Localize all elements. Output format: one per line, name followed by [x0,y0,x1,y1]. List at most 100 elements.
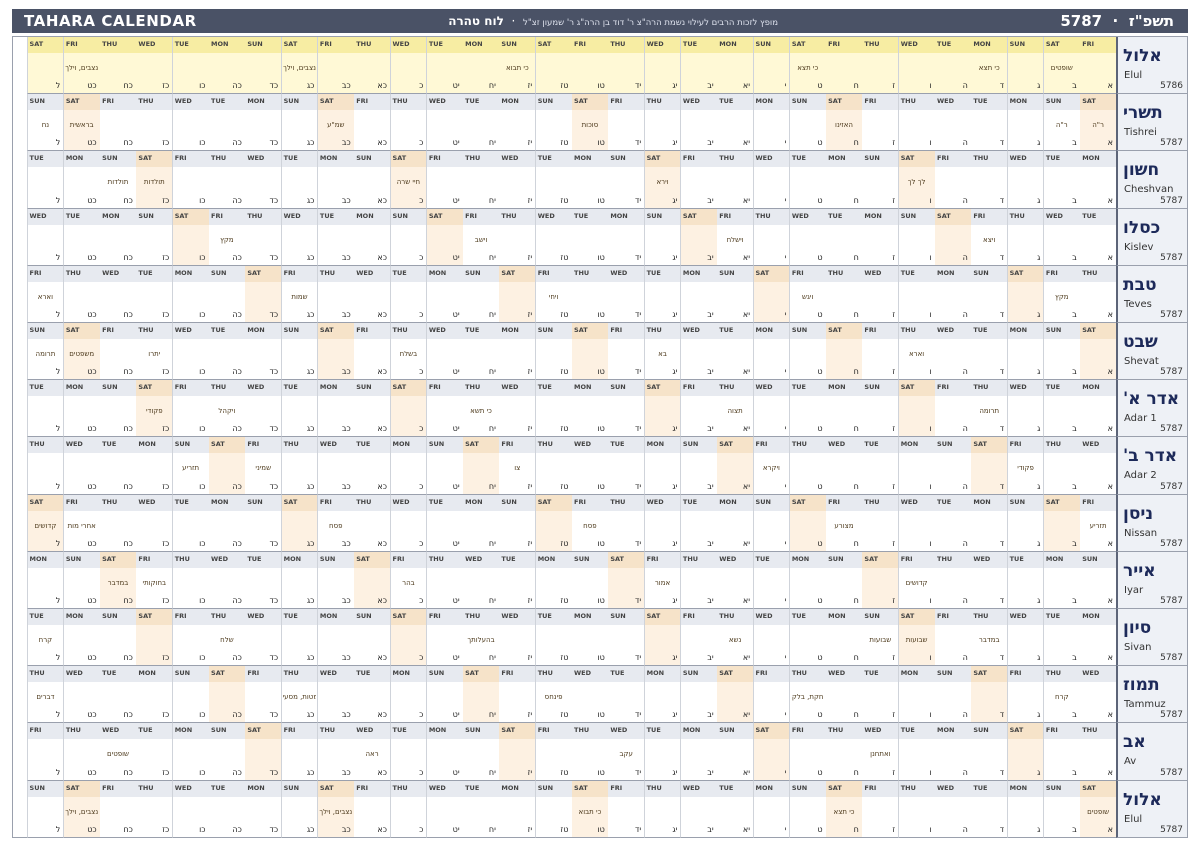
day-cell[interactable]: WED ה [934,323,971,381]
day-cell[interactable]: SAT יח [462,666,499,724]
day-cell[interactable]: MON יב [679,265,717,323]
day-cell[interactable]: SAT ד [970,666,1008,724]
day-cell[interactable]: TUE כב [316,208,354,266]
day-cell[interactable]: TUE יג [643,265,681,323]
day-cell[interactable]: TUE כז [135,265,173,323]
day-cell[interactable]: MON כב [316,380,354,438]
day-cell[interactable]: TUE ד [970,780,1008,838]
day-cell[interactable]: FRI ז [861,323,899,381]
day-cell[interactable]: FRI בחוקותי כז [135,551,173,609]
day-cell[interactable]: FRI כו [171,609,209,667]
day-cell[interactable]: WED יד [607,265,645,323]
day-cell[interactable]: THU בא יג [643,323,681,381]
day-cell[interactable]: THU כב [316,265,354,323]
day-cell[interactable]: MON ח [825,609,862,667]
day-cell[interactable]: THU כט [62,265,100,323]
day-cell[interactable]: SUN תרומה ל [26,323,64,381]
day-cell[interactable]: FRI יז [498,666,536,724]
day-cell[interactable]: SUN ז [861,380,899,438]
day-cell[interactable]: WED יט [425,780,463,838]
day-cell[interactable]: SAT חיי שרה כ [389,151,427,209]
day-cell[interactable]: TUE יז [498,551,536,609]
day-cell[interactable]: THU כ [389,94,427,152]
day-cell[interactable]: FRI ויגש ט [788,265,826,323]
day-cell[interactable]: WED טו [571,437,608,495]
day-cell[interactable]: SAT כי תצא ט [788,37,826,95]
day-cell[interactable]: MON כד [244,780,282,838]
day-cell[interactable]: FRI טז [534,723,572,781]
day-cell[interactable]: WED ד [970,551,1008,609]
day-cell[interactable]: SUN ח [825,551,862,609]
day-cell[interactable]: FRI ב [1042,723,1080,781]
day-cell[interactable]: WED ט [788,208,826,266]
day-cell[interactable]: THU ו [897,94,935,152]
day-cell[interactable]: SUN כב [316,551,354,609]
day-cell[interactable]: SAT תולדות כז [135,151,173,209]
day-cell[interactable]: MON יא [716,494,753,552]
day-cell[interactable]: TUE קרח ל [26,609,64,667]
day-cell[interactable]: THU כז [135,780,173,838]
day-cell[interactable]: WED יב [679,94,717,152]
day-cell[interactable]: FRI יד [607,323,645,381]
day-cell[interactable]: MON כז [135,437,173,495]
day-cell[interactable]: TUE כ [389,723,427,781]
day-cell[interactable]: THU ח [825,265,862,323]
day-cell[interactable]: TUE יא [716,780,753,838]
day-cell[interactable]: FRI שמות כג [280,265,318,323]
day-cell[interactable]: SUN ט [788,94,826,152]
day-cell[interactable]: THU נשא יא [716,609,753,667]
day-cell[interactable]: SUN טז [534,94,572,152]
day-cell[interactable]: MON יח [462,494,499,552]
day-cell[interactable]: MON יט [425,723,463,781]
day-cell[interactable]: WED ח [825,437,862,495]
day-cell[interactable]: MON יט [425,265,463,323]
day-cell[interactable]: MON ח [825,380,862,438]
day-cell[interactable]: MON כי תצא ד [970,37,1008,95]
day-cell[interactable]: FRI קדושים ו [897,551,935,609]
day-cell[interactable]: MON כו [171,265,209,323]
day-cell[interactable]: TUE כ [389,265,427,323]
day-cell[interactable]: FRI יט [425,151,463,209]
day-cell[interactable]: TUE ז [861,666,899,724]
day-cell[interactable]: FRI מקץ ב [1042,265,1080,323]
day-cell[interactable]: WED כז [135,37,173,95]
day-cell[interactable]: FRI ויקרא י [752,437,790,495]
day-cell[interactable]: SAT כד [244,723,282,781]
day-cell[interactable]: SAT כי תבוא טו [571,780,608,838]
day-cell[interactable]: THU י [752,208,790,266]
day-cell[interactable]: WED ו [897,37,935,95]
day-cell[interactable]: WED כא [353,265,390,323]
day-cell[interactable]: MON טו [571,380,608,438]
day-cell[interactable]: FRI פסח טו [571,494,608,552]
day-cell[interactable]: WED יח [462,551,499,609]
day-cell[interactable]: SUN יא [716,723,753,781]
day-cell[interactable]: WED יז [498,380,536,438]
day-cell[interactable]: THU כה [208,151,245,209]
day-cell[interactable]: SUN כא [353,151,390,209]
day-cell[interactable]: FRI פסח כב [316,494,354,552]
day-cell[interactable]: SUN כז [135,208,173,266]
day-cell[interactable]: WED יז [498,151,536,209]
day-cell[interactable]: WED כד [244,151,282,209]
day-cell[interactable]: SAT א [1079,323,1116,381]
day-cell[interactable]: SAT האזינו ח [825,94,862,152]
day-cell[interactable]: MON טו [571,609,608,667]
day-cell[interactable]: FRI ט [788,723,826,781]
day-cell[interactable]: SAT יח [462,437,499,495]
day-cell[interactable]: TUE יח [462,780,499,838]
day-cell[interactable]: FRI י [752,666,790,724]
day-cell[interactable]: WED י [752,151,790,209]
day-cell[interactable]: SUN כה [208,265,245,323]
day-cell[interactable]: MON יז [498,94,536,152]
day-cell[interactable]: WED א [1079,437,1116,495]
day-cell[interactable]: FRI כו [171,380,209,438]
day-cell[interactable]: MON טו [571,151,608,209]
day-cell[interactable]: SUN ה [934,437,971,495]
day-cell[interactable]: SAT משפטים כט [62,323,100,381]
day-cell[interactable]: SAT נצבים, וילך כג [280,37,318,95]
day-cell[interactable]: FRI בהר כ [389,551,427,609]
day-cell[interactable]: SUN יט [425,666,463,724]
day-cell[interactable]: THU פינחס טז [534,666,572,724]
day-cell[interactable]: WED יג [643,37,681,95]
day-cell[interactable]: SAT כ [389,609,427,667]
